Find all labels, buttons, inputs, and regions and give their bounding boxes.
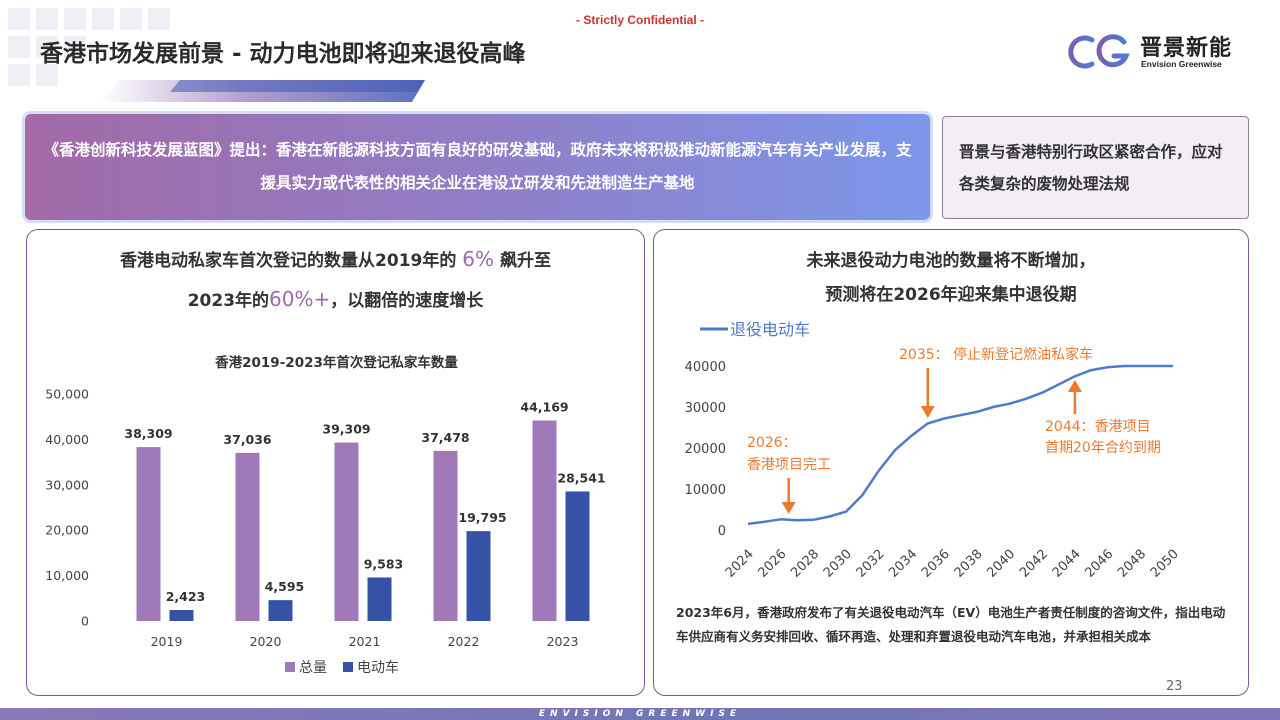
annotation-2026-line2: 香港项目完工 xyxy=(747,457,831,473)
y-tick-label: 10000 xyxy=(685,483,726,498)
legend-ev-swatch xyxy=(343,662,353,672)
bar-total-value-label: 37,036 xyxy=(223,432,272,447)
bar-total xyxy=(136,447,161,621)
x-tick-label: 2032 xyxy=(854,547,888,581)
bar-total xyxy=(334,442,359,621)
x-tick-label: 2026 xyxy=(756,547,790,581)
retirement-panel: 未来退役动力电池的数量将不断增加， 预测将在2026年迎来集中退役期 退役电动车… xyxy=(653,229,1249,696)
bar-ev-value-label: 4,595 xyxy=(265,579,305,594)
logo-text-cn: 晋景新能 xyxy=(1140,36,1233,61)
x-tick-label: 2048 xyxy=(1115,547,1149,581)
x-tick-label: 2034 xyxy=(886,547,920,581)
x-tick-label: 2020 xyxy=(250,634,282,649)
legend-ev-label: 电动车 xyxy=(357,659,399,676)
bar-ev xyxy=(466,531,491,621)
annotation-2035-line1: 2035： 停止新登记燃油私家车 xyxy=(899,346,1093,363)
y-tick-label: 40000 xyxy=(685,360,726,375)
confidential-label: - Strictly Confidential - xyxy=(575,13,704,27)
x-tick-label: 2021 xyxy=(349,634,381,649)
bar-ev-value-label: 2,423 xyxy=(166,589,206,604)
title-accent-bar xyxy=(100,80,425,102)
x-tick-label: 2030 xyxy=(821,547,855,581)
bar-ev xyxy=(367,577,392,621)
legend-total-swatch xyxy=(285,662,295,672)
bar-ev xyxy=(565,491,590,621)
y-tick-label: 0 xyxy=(81,614,89,629)
bar-total xyxy=(433,450,458,621)
registration-panel: 香港电动私家车首次登记的数量从2019年的 6% 飙升至 2023年的60%+，… xyxy=(26,229,645,696)
x-tick-label: 2042 xyxy=(1017,547,1051,581)
annotation-2026-arrowhead xyxy=(781,502,796,514)
x-tick-label: 2040 xyxy=(984,547,1018,581)
policy-banner-text: 《香港创新科技发展蓝图》提出：香港在新能源科技方面有良好的研发基础，政府未来将积… xyxy=(43,141,912,192)
y-tick-label: 40,000 xyxy=(45,432,89,447)
annotation-2044-line2: 首期20年合约到期 xyxy=(1045,440,1161,456)
cooperation-text: 晋景与香港特别行政区紧密合作，应对各类复杂的废物处理法规 xyxy=(959,142,1223,193)
x-tick-label: 2044 xyxy=(1050,547,1084,581)
y-tick-label: 30000 xyxy=(685,401,726,416)
logo-mark-icon xyxy=(1068,34,1130,69)
registration-bar-chart: 0 10,000 20,000 30,000 40,000 50,000 38,309 2,4… xyxy=(45,387,605,677)
y-tick-label: 10,000 xyxy=(45,568,89,583)
bar-ev xyxy=(169,609,194,621)
bar-total-value-label: 38,309 xyxy=(124,426,172,441)
x-tick-label: 2019 xyxy=(151,634,183,649)
policy-banner: 《香港创新科技发展蓝图》提出：香港在新能源科技方面有良好的研发基础，政府未来将积… xyxy=(25,114,930,220)
bar-ev-value-label: 28,541 xyxy=(557,470,605,485)
company-logo: 晋景新能 Envision Greenwise xyxy=(1062,30,1242,76)
annotation-2044-line1: 2044：香港项目 xyxy=(1045,419,1151,435)
bar-ev xyxy=(268,600,293,621)
legend-total-label: 总量 xyxy=(299,660,327,676)
bar-ev-value-label: 9,583 xyxy=(364,556,404,571)
bar-total-value-label: 44,169 xyxy=(520,399,568,414)
bar-total xyxy=(532,420,557,621)
x-tick-label: 2022 xyxy=(448,634,480,649)
y-tick-label: 0 xyxy=(718,524,726,539)
bar-ev-value-label: 19,795 xyxy=(458,510,506,525)
annotation-2026-line1: 2026： xyxy=(747,435,797,451)
y-tick-label: 30,000 xyxy=(45,477,89,492)
y-tick-label: 20,000 xyxy=(45,523,89,538)
x-tick-label: 2046 xyxy=(1082,547,1116,581)
x-tick-label: 2036 xyxy=(919,547,953,581)
x-tick-label: 2024 xyxy=(723,547,757,581)
annotation-2035-arrowhead xyxy=(920,406,935,418)
y-tick-label: 20000 xyxy=(685,442,726,457)
x-tick-label: 2028 xyxy=(788,547,822,581)
y-tick-label: 50,000 xyxy=(45,387,89,402)
page-number: 23 xyxy=(1166,679,1183,694)
logo-text-en: Envision Greenwise xyxy=(1141,59,1222,69)
bar-total-value-label: 37,478 xyxy=(421,430,469,445)
bar-total xyxy=(235,452,260,621)
page-title: 香港市场发展前景 - 动力电池即将迎来退役高峰 xyxy=(40,41,526,67)
policy-footnote: 2023年6月，香港政府发布了有关退役电动汽车（EV）电池生产者责任制度的咨询文… xyxy=(676,605,1226,644)
bar-total-value-label: 39,309 xyxy=(322,422,370,437)
x-tick-label: 2050 xyxy=(1148,547,1182,581)
footer-brand-bar: ENVISION GREENWISE xyxy=(0,708,1280,720)
x-tick-label: 2023 xyxy=(547,634,579,649)
legend-line-label: 退役电动车 xyxy=(730,320,810,339)
x-tick-label: 2038 xyxy=(952,547,986,581)
cooperation-box: 晋景与香港特别行政区紧密合作，应对各类复杂的废物处理法规 xyxy=(942,116,1249,219)
